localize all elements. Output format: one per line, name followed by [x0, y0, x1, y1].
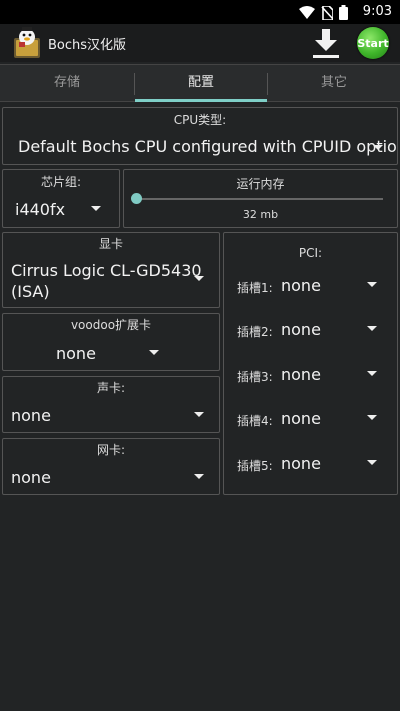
chipset-panel: 芯片组: i440fx — [2, 169, 120, 228]
pci-label: PCI: — [298, 246, 323, 260]
pci-slot-3-dropdown[interactable]: 插槽3: none — [224, 358, 397, 392]
battery-icon — [339, 5, 348, 20]
pci-slot-4-dropdown[interactable]: 插槽4: none — [224, 402, 397, 436]
voodoo-dropdown[interactable]: none — [3, 334, 219, 368]
chevron-down-icon — [367, 282, 377, 287]
pci-slot-1-dropdown[interactable]: 插槽1: none — [224, 269, 397, 303]
pci-slot-value: none — [281, 454, 321, 473]
network-dropdown[interactable]: none — [3, 459, 219, 493]
pci-slot-5-dropdown[interactable]: 插槽5: none — [224, 447, 397, 481]
pci-slot-label: 插槽2: — [237, 325, 273, 339]
tab-storage[interactable]: 存储 — [0, 65, 134, 101]
chevron-down-icon — [367, 371, 377, 376]
chevron-down-icon — [149, 350, 159, 355]
status-icons — [299, 5, 348, 20]
memory-slider-thumb[interactable] — [131, 193, 142, 204]
voodoo-value: none — [56, 344, 96, 363]
tab-bar: 存储 配置 其它 — [0, 64, 400, 102]
network-panel: 网卡: none — [2, 438, 220, 495]
voodoo-label: voodoo扩展卡 — [70, 318, 152, 332]
video-panel: 显卡 Cirrus Logic CL-GD5430 (ISA) — [2, 232, 220, 308]
pci-slot-2-dropdown[interactable]: 插槽2: none — [224, 313, 397, 347]
cpu-dropdown[interactable]: Default Bochs CPU configured with CPUID … — [3, 128, 397, 162]
app-bar: Bochs汉化版 Start — [0, 24, 400, 62]
wifi-icon — [299, 6, 315, 19]
chevron-down-icon — [367, 460, 377, 465]
sound-label: 声卡: — [96, 381, 126, 395]
active-tab-indicator — [135, 99, 267, 102]
video-dropdown[interactable]: Cirrus Logic CL-GD5430 (ISA) — [3, 253, 219, 307]
pci-slot-label: 插槽4: — [237, 414, 273, 428]
video-value-line2: (ISA) — [11, 282, 50, 301]
network-value: none — [11, 468, 51, 487]
start-button[interactable]: Start — [357, 27, 389, 59]
pci-slot-label: 插槽5: — [237, 459, 273, 473]
sound-value: none — [11, 406, 51, 425]
app-title: Bochs汉化版 — [48, 38, 127, 53]
chevron-down-icon — [367, 326, 377, 331]
chevron-down-icon — [194, 276, 204, 281]
bochs-logo-icon — [14, 27, 40, 58]
sim-off-icon — [321, 5, 333, 20]
pci-panel: PCI: 插槽1: none 插槽2: none 插槽3: none 插槽4: … — [223, 232, 398, 495]
pci-slot-label: 插槽3: — [237, 370, 273, 384]
pci-slot-value: none — [281, 409, 321, 428]
chevron-down-icon — [194, 474, 204, 479]
cpu-value: Default Bochs CPU configured with CPUID … — [18, 137, 397, 156]
cpu-panel: CPU类型: Default Bochs CPU configured with… — [2, 107, 398, 165]
chipset-value: i440fx — [15, 200, 66, 219]
sound-panel: 声卡: none — [2, 376, 220, 433]
memory-label: 运行内存 — [236, 177, 285, 191]
chipset-dropdown[interactable]: i440fx — [3, 192, 119, 226]
tab-config[interactable]: 配置 — [135, 65, 267, 101]
chipset-label: 芯片组: — [40, 175, 82, 189]
video-label: 显卡 — [98, 237, 123, 251]
pci-slot-value: none — [281, 276, 321, 295]
status-bar: 9:03 — [0, 0, 400, 24]
status-time: 9:03 — [362, 4, 392, 19]
video-value-line1: Cirrus Logic CL-GD5430 — [11, 261, 202, 280]
chevron-down-icon — [367, 415, 377, 420]
memory-value: 32 mb — [242, 208, 279, 221]
pci-slot-value: none — [281, 320, 321, 339]
chevron-down-icon — [373, 145, 383, 150]
chevron-down-icon — [194, 412, 204, 417]
cpu-label: CPU类型: — [173, 113, 227, 127]
memory-slider-track[interactable] — [137, 198, 383, 200]
chevron-down-icon — [91, 206, 101, 211]
download-icon[interactable] — [310, 26, 342, 60]
pci-slot-label: 插槽1: — [237, 281, 273, 295]
voodoo-panel: voodoo扩展卡 none — [2, 313, 220, 371]
tab-other[interactable]: 其它 — [268, 65, 400, 101]
pci-slot-value: none — [281, 365, 321, 384]
network-label: 网卡: — [96, 443, 126, 457]
sound-dropdown[interactable]: none — [3, 397, 219, 431]
